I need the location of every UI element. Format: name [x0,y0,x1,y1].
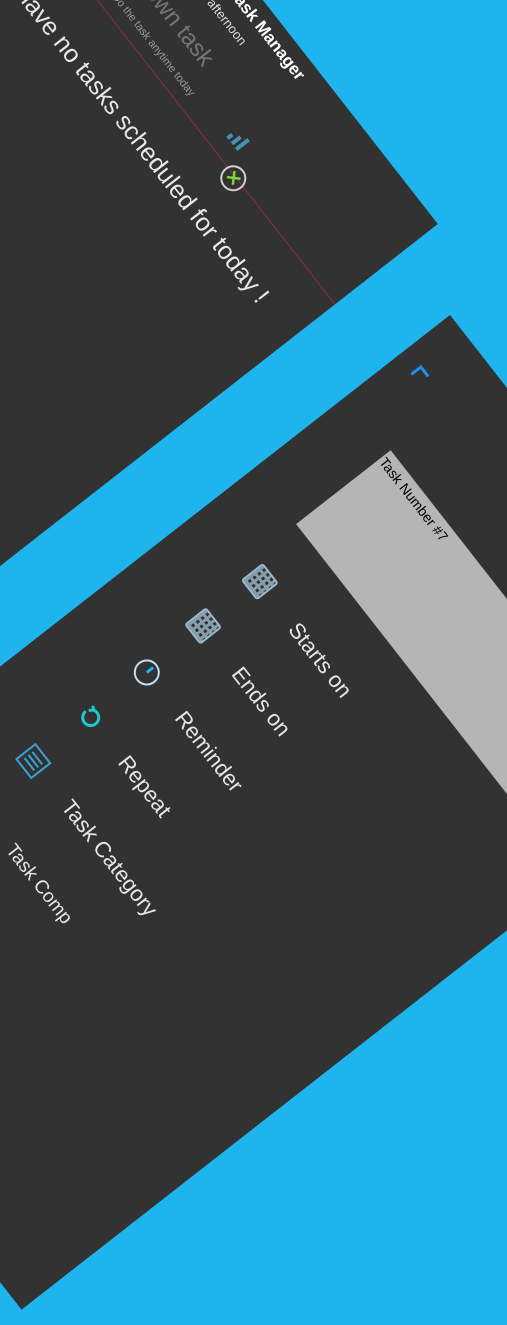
back-icon[interactable] [407,363,432,388]
add-icon: ✕ [220,166,246,191]
ends-on-label: Ends on [226,661,297,741]
calendar-icon [239,562,281,605]
empty-state-message: You have no tasks scheduled for today ! [0,0,275,309]
reminder-label: Reminder [169,706,249,797]
list-icon [15,742,52,780]
repeat-label: Repeat [113,750,177,822]
repeat-icon [81,705,101,727]
clock-icon [133,659,160,686]
starts-on-label: Starts on [283,617,358,703]
calendar-icon [182,607,224,649]
completion-label: Task Comp [1,840,77,929]
